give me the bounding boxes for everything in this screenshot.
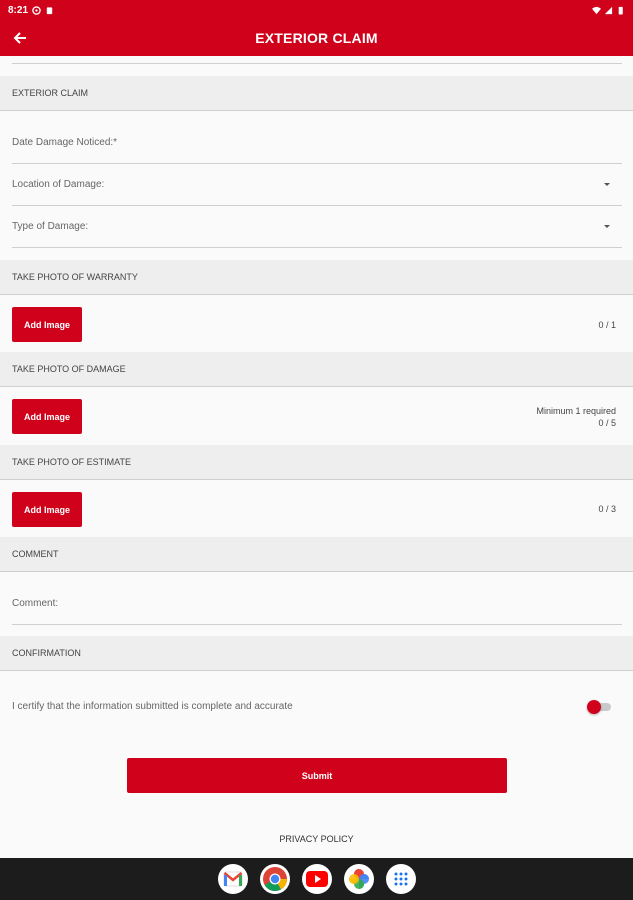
date-damage-noticed-label: Date Damage Noticed:* [12, 137, 118, 148]
gmail-icon [223, 871, 242, 887]
app-bar: EXTERIOR CLAIM [0, 20, 633, 56]
section-header-warranty: TAKE PHOTO OF WARRANTY [0, 260, 633, 295]
section-header-comment: COMMENT [0, 537, 633, 572]
section-header-confirmation: CONFIRMATION [0, 636, 633, 671]
add-estimate-image-button[interactable]: Add Image [12, 492, 82, 527]
youtube-icon [305, 871, 328, 887]
top-divider [12, 63, 622, 64]
dropdown-arrow-icon [604, 183, 610, 186]
damage-photo-count: 0 / 5 [598, 418, 616, 428]
estimate-photo-count: 0 / 3 [598, 504, 616, 514]
wifi-icon [592, 6, 601, 14]
toggle-thumb [587, 700, 601, 714]
certify-label: I certify that the information submitted… [12, 701, 293, 712]
dropdown-arrow-icon [604, 225, 610, 228]
certify-toggle[interactable] [587, 700, 613, 714]
warranty-photo-count: 0 / 1 [598, 320, 616, 330]
sync-status-icon [32, 5, 41, 15]
status-bar: 8:21 [0, 0, 633, 20]
clipboard-status-icon [46, 6, 53, 14]
section-header-damage: TAKE PHOTO OF DAMAGE [0, 352, 633, 387]
location-of-damage-select[interactable]: Location of Damage: [12, 164, 622, 206]
damage-photo-requirement: Minimum 1 required 0 / 5 [536, 405, 616, 429]
comment-label: Comment: [12, 598, 59, 609]
photos-app[interactable] [343, 864, 374, 894]
status-time: 8:21 [8, 4, 29, 16]
location-of-damage-label: Location of Damage: [12, 179, 105, 190]
add-damage-image-button[interactable]: Add Image [12, 399, 82, 434]
photos-icon [348, 869, 369, 889]
page-title: EXTERIOR CLAIM [255, 30, 378, 46]
status-left: 8:21 [8, 5, 54, 16]
section-header-exterior-claim: EXTERIOR CLAIM [0, 76, 633, 111]
chrome-icon [262, 867, 287, 892]
app-drawer-icon [394, 872, 407, 886]
back-button[interactable] [10, 28, 30, 48]
youtube-app[interactable] [301, 864, 332, 894]
comment-field[interactable]: Comment: [12, 583, 622, 625]
claim-form[interactable]: EXTERIOR CLAIM Date Damage Noticed:* Loc… [0, 56, 633, 858]
signal-icon [604, 6, 613, 14]
date-damage-noticed-field[interactable]: Date Damage Noticed:* [12, 122, 622, 164]
damage-minimum-note: Minimum 1 required [536, 406, 616, 416]
add-warranty-image-button[interactable]: Add Image [12, 307, 82, 342]
gmail-app[interactable] [217, 864, 248, 894]
privacy-policy-link[interactable]: PRIVACY POLICY [0, 834, 633, 844]
type-of-damage-select[interactable]: Type of Damage: [12, 206, 622, 248]
type-of-damage-label: Type of Damage: [12, 221, 89, 232]
section-header-estimate: TAKE PHOTO OF ESTIMATE [0, 445, 633, 480]
chrome-app[interactable] [259, 864, 290, 894]
status-right [592, 6, 625, 15]
arrow-left-icon [13, 32, 26, 44]
app-drawer[interactable] [385, 864, 416, 894]
battery-icon [618, 6, 623, 15]
nav-bar [0, 858, 633, 900]
submit-button[interactable]: Submit [127, 758, 507, 793]
